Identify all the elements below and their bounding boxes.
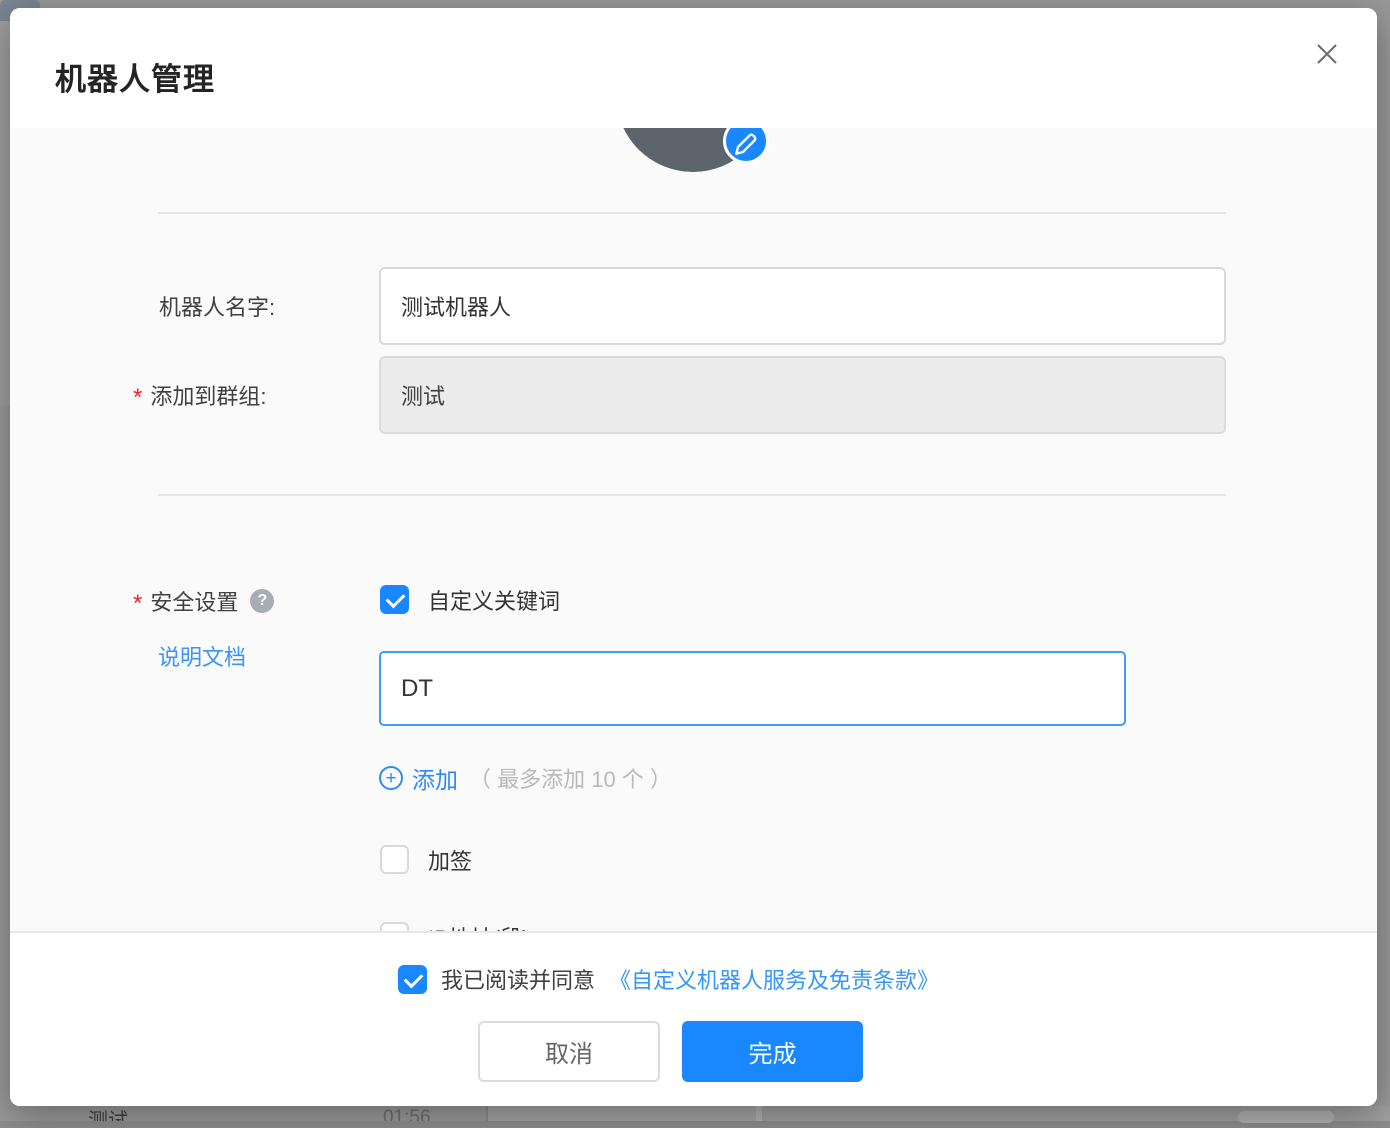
confirm-button[interactable]: 完成 (682, 1021, 863, 1082)
group-label: * 添加到群组: (133, 356, 266, 434)
robot-management-dialog: 机器人名字: * 添加到群组: * 安全设置 ? 说明文档 自定义关键词 + 添… (10, 8, 1377, 1106)
background-bottom-band (0, 1121, 1390, 1128)
ip-address-checkbox[interactable] (380, 922, 409, 931)
agreement-text: 我已阅读并同意 (441, 963, 595, 995)
robot-name-label: 机器人名字: (159, 267, 275, 345)
ip-address-label: IP地址(段) (428, 922, 529, 931)
help-icon[interactable]: ? (250, 589, 274, 613)
group-label-text: 添加到群组: (150, 379, 266, 411)
documentation-link[interactable]: 说明文档 (158, 640, 246, 672)
screen: 测试 01:56 机器人名字: * 添加到群组: (0, 0, 1390, 1128)
robot-name-label-text: 机器人名字: (159, 290, 275, 322)
cancel-button[interactable]: 取消 (478, 1021, 660, 1082)
dialog-footer: 我已阅读并同意 《自定义机器人服务及免责条款》 取消 完成 (10, 931, 1377, 1106)
custom-keyword-checkbox[interactable] (380, 585, 409, 614)
agreement-row: 我已阅读并同意 《自定义机器人服务及免责条款》 (398, 963, 939, 995)
pencil-icon (726, 148, 766, 165)
terms-link[interactable]: 《自定义机器人服务及免责条款》 (609, 963, 939, 995)
required-asterisk: * (133, 592, 142, 616)
agreement-checkbox[interactable] (398, 965, 427, 994)
section-divider (158, 212, 1226, 214)
required-asterisk: * (133, 386, 142, 410)
dialog-header: 机器人管理 (10, 8, 1377, 128)
sign-checkbox[interactable] (380, 845, 409, 874)
robot-name-input[interactable] (379, 267, 1226, 345)
add-keyword-row: + 添加 （ 最多添加 10 个 ） (379, 764, 672, 792)
edit-avatar-button[interactable] (723, 128, 769, 164)
section-divider (158, 494, 1226, 496)
add-keyword-button[interactable]: 添加 (412, 761, 458, 795)
sign-label: 加签 (428, 845, 472, 874)
close-icon[interactable] (1313, 40, 1341, 68)
security-settings-label-text: 安全设置 (150, 585, 238, 617)
plus-circle-icon[interactable]: + (379, 766, 403, 790)
keyword-input[interactable] (379, 651, 1126, 726)
background-scrollbar (1238, 1111, 1334, 1123)
group-input (379, 356, 1226, 434)
security-settings-label: * 安全设置 ? (133, 586, 274, 615)
add-keyword-hint: （ 最多添加 10 个 ） (469, 762, 672, 794)
custom-keyword-label: 自定义关键词 (428, 585, 560, 614)
dialog-body: 机器人名字: * 添加到群组: * 安全设置 ? 说明文档 自定义关键词 + 添… (10, 128, 1377, 931)
dialog-title: 机器人管理 (55, 54, 215, 99)
